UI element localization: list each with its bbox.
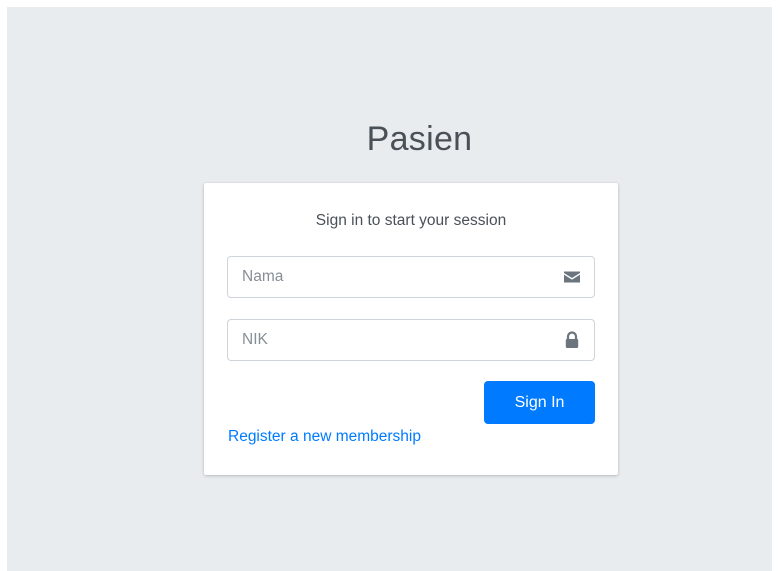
login-box-message: Sign in to start your session bbox=[315, 212, 507, 229]
nama-input[interactable] bbox=[228, 257, 548, 297]
nama-input-group bbox=[227, 256, 595, 298]
register-link[interactable]: Register a new membership bbox=[228, 428, 421, 446]
nik-input[interactable] bbox=[228, 320, 548, 360]
sign-in-button[interactable]: Sign In bbox=[484, 381, 595, 424]
login-card: Sign in to start your session Sign In Re… bbox=[204, 183, 618, 475]
envelope-icon bbox=[563, 268, 581, 286]
login-page: Pasien Sign in to start your session Sig… bbox=[7, 7, 772, 571]
nik-input-group bbox=[227, 319, 595, 361]
login-logo: Pasien bbox=[366, 120, 473, 158]
lock-icon bbox=[563, 331, 581, 349]
